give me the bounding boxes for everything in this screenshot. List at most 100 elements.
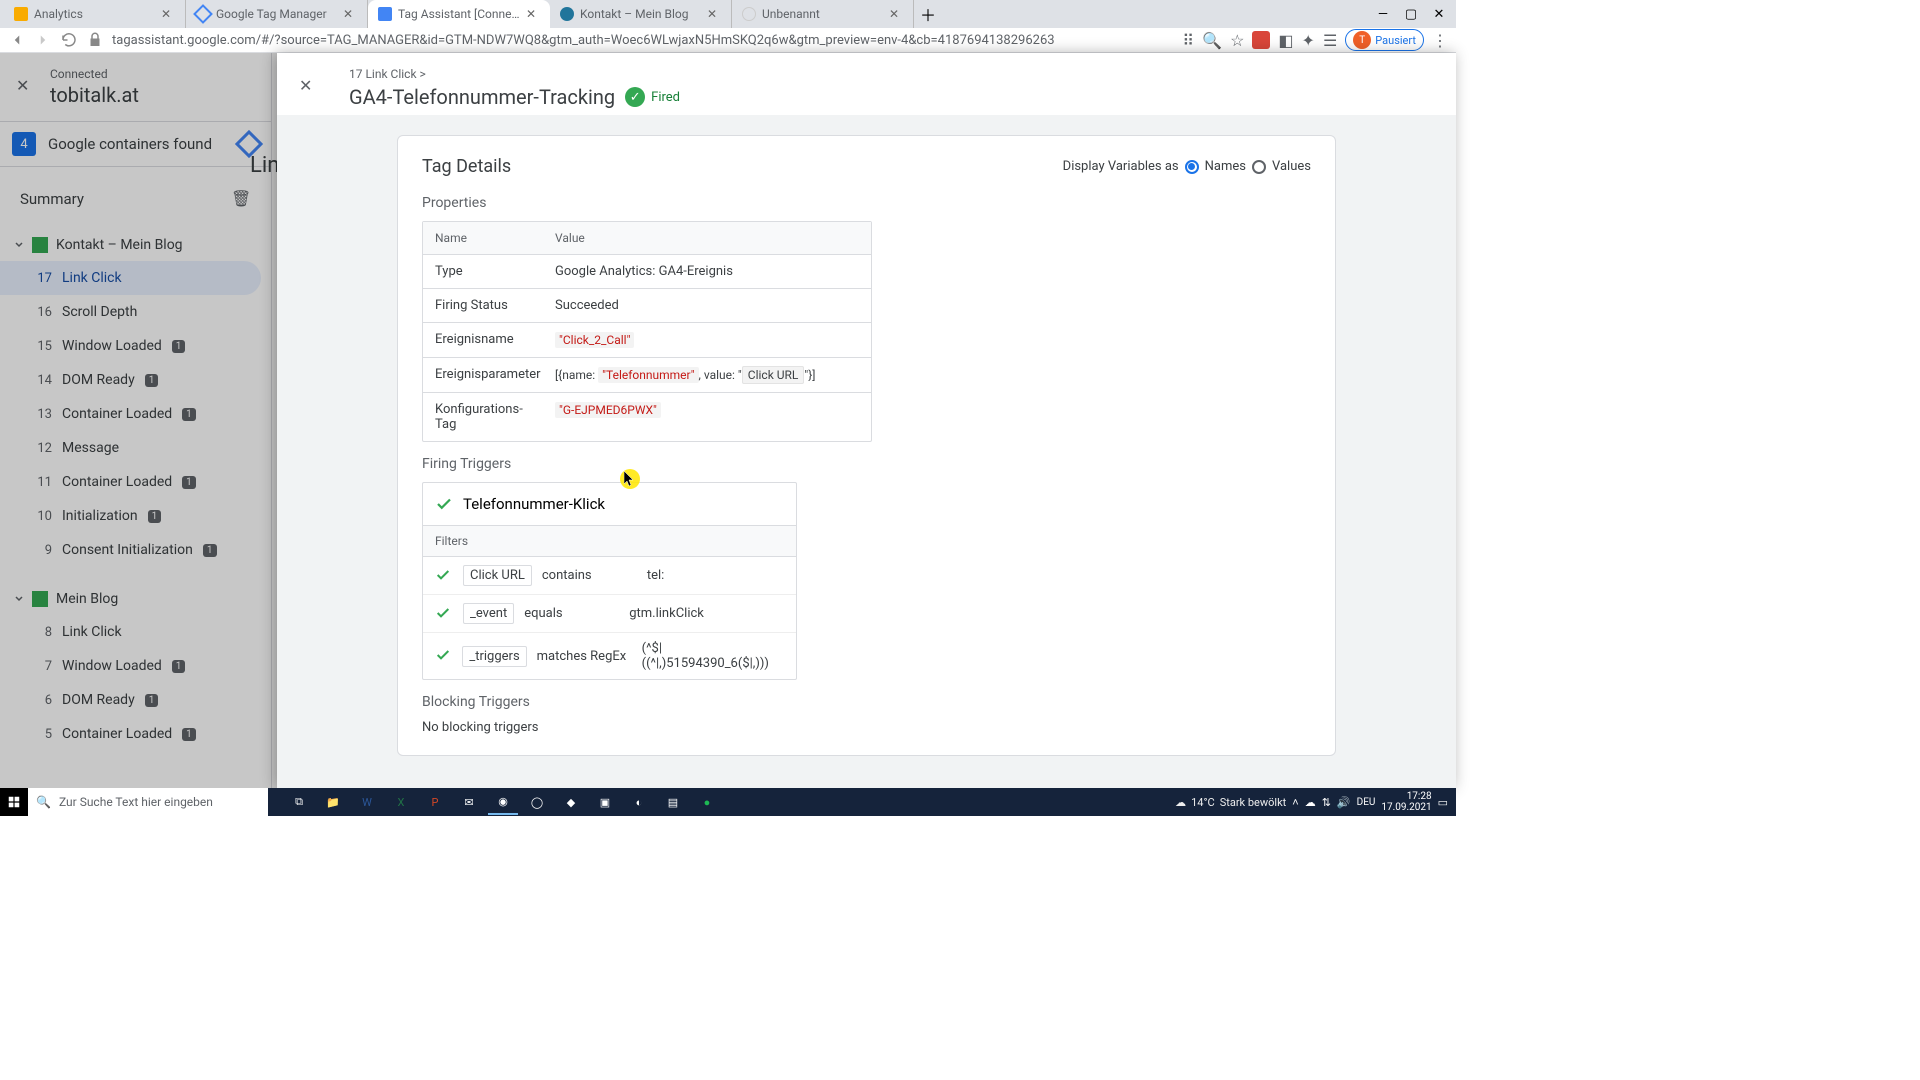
pause-pill[interactable]: TPausiert [1345, 29, 1424, 51]
prop-key: Ereignisparameter [423, 358, 543, 392]
fired-label: Fired [651, 90, 680, 105]
address-bar[interactable]: tagassistant.google.com/#/?source=TAG_MA… [112, 33, 1174, 48]
extensions-puzzle-icon[interactable]: ✦ [1302, 31, 1315, 50]
tab-title: Google Tag Manager [216, 7, 337, 21]
tab-title: Tag Assistant [Connected] [398, 7, 520, 21]
word-icon[interactable]: W [352, 789, 382, 815]
reload-icon[interactable] [60, 31, 78, 49]
windows-start-icon[interactable] [0, 788, 28, 816]
th-name: Name [423, 222, 543, 254]
trigger-name: Telefonnummer-Klick [463, 495, 605, 513]
filter-row: Click URLcontainstel: [423, 557, 796, 594]
filter-row: _eventequalsgtm.linkClick [423, 594, 796, 632]
tray-chevron-icon[interactable]: ˄ [1292, 796, 1298, 809]
prop-val: Succeeded [543, 289, 871, 322]
kebab-menu-icon[interactable]: ⋮ [1432, 31, 1448, 50]
forward-icon [34, 31, 52, 49]
wifi-icon[interactable]: ⇅ [1322, 796, 1331, 809]
reading-list-icon[interactable]: ☰ [1323, 31, 1337, 50]
close-icon[interactable]: ✕ [889, 7, 903, 21]
search-placeholder: Zur Suche Text hier eingeben [59, 795, 213, 809]
properties-table: Name Value Type Google Analytics: GA4-Er… [422, 221, 872, 442]
bookmark-icon[interactable]: ☆ [1230, 31, 1244, 50]
browser-tab-wordpress[interactable]: Kontakt – Mein Blog ✕ [550, 0, 732, 28]
tag-name-title: GA4-Telefonnummer-Tracking [349, 85, 615, 109]
gtm-icon [193, 4, 213, 24]
app-icon[interactable]: ◆ [556, 789, 586, 815]
close-modal-icon[interactable]: ✕ [299, 76, 323, 100]
prop-key: Konfigurations-Tag [423, 393, 543, 441]
cloud-icon: ☁ [1175, 796, 1186, 809]
volume-icon[interactable]: 🔊 [1337, 796, 1351, 809]
language-icon[interactable]: DEU [1357, 797, 1376, 808]
th-value: Value [543, 222, 871, 254]
tagassistant-icon [378, 7, 392, 21]
prop-val: "Click_2_Call" [543, 323, 871, 357]
browser-tab-analytics[interactable]: Analytics ✕ [4, 0, 186, 28]
breadcrumb[interactable]: 17 Link Click > [349, 67, 680, 81]
properties-heading: Properties [422, 195, 1311, 211]
blocking-triggers-heading: Blocking Triggers [422, 694, 1311, 710]
close-icon[interactable]: ✕ [161, 7, 175, 21]
minimize-icon[interactable]: — [1372, 7, 1394, 22]
onedrive-icon[interactable]: ☁ [1305, 796, 1316, 809]
chrome-icon[interactable]: ◉ [488, 789, 518, 815]
prop-key: Ereignisname [423, 323, 543, 357]
extension-icon[interactable]: ◧ [1278, 31, 1293, 50]
tab-title: Analytics [34, 7, 155, 21]
taskbar-search[interactable]: 🔍 Zur Suche Text hier eingeben [28, 788, 268, 816]
excel-icon[interactable]: X [386, 789, 416, 815]
no-blocking-text: No blocking triggers [422, 720, 1311, 735]
close-icon[interactable]: ✕ [526, 7, 540, 21]
back-icon[interactable] [8, 31, 26, 49]
prop-val: "G-EJPMED6PWX" [543, 393, 871, 441]
check-icon [435, 647, 452, 665]
notifications-icon[interactable]: ▭ [1438, 796, 1448, 809]
radio-names[interactable] [1185, 160, 1199, 174]
analytics-icon [14, 7, 28, 21]
close-window-icon[interactable]: ✕ [1428, 7, 1450, 22]
tag-details-title: Tag Details [422, 156, 511, 177]
wordpress-icon [560, 7, 574, 21]
filter-row: _triggersmatches RegEx(^$|((^|,)51594390… [423, 632, 796, 679]
tab-title: Kontakt – Mein Blog [580, 7, 701, 21]
close-icon[interactable]: ✕ [707, 7, 721, 21]
obs-icon[interactable]: ◯ [522, 789, 552, 815]
prop-key: Type [423, 255, 543, 288]
powerpoint-icon[interactable]: P [420, 789, 450, 815]
search-icon: 🔍 [36, 795, 51, 809]
check-icon [435, 605, 453, 623]
browser-tab-gtm[interactable]: Google Tag Manager ✕ [186, 0, 368, 28]
task-view-icon[interactable]: ⧉ [284, 789, 314, 815]
check-icon [435, 495, 453, 513]
adblock-icon[interactable] [1252, 31, 1270, 49]
lock-icon[interactable] [86, 31, 104, 49]
prop-val: [{name: "Telefonnummer", value: "Click U… [543, 358, 871, 392]
display-variables-label: Display Variables as [1063, 159, 1179, 174]
check-circle-icon: ✓ [625, 87, 645, 107]
close-icon[interactable]: ✕ [343, 7, 357, 21]
browser-tab-tagassistant[interactable]: Tag Assistant [Connected] ✕ [368, 0, 550, 28]
maximize-icon[interactable]: ▢ [1400, 7, 1422, 22]
weather-widget[interactable]: ☁ 14°C Stark bewölkt [1175, 796, 1286, 809]
browser-tab-untitled[interactable]: Unbenannt ✕ [732, 0, 914, 28]
zoom-icon[interactable]: 🔍 [1202, 31, 1222, 50]
radio-values[interactable] [1252, 160, 1266, 174]
mail-icon[interactable]: ✉ [454, 789, 484, 815]
new-tab-button[interactable]: ＋ [914, 0, 942, 28]
app2-icon[interactable]: ▣ [590, 789, 620, 815]
check-icon [435, 567, 453, 585]
prop-key: Firing Status [423, 289, 543, 322]
firing-triggers-heading: Firing Triggers [422, 456, 1311, 472]
prop-val: Google Analytics: GA4-Ereignis [543, 255, 871, 288]
notepad-icon[interactable]: ▤ [658, 789, 688, 815]
clock[interactable]: 17:28 17.09.2021 [1381, 791, 1431, 813]
tab-title: Unbenannt [762, 7, 883, 21]
filters-label: Filters [423, 525, 796, 557]
translate-icon[interactable]: ⠿ [1182, 31, 1194, 50]
edge-icon[interactable]: ◐ [624, 789, 654, 815]
trigger-box: Telefonnummer-Klick Filters Click URLcon… [422, 482, 797, 680]
explorer-icon[interactable]: 📁 [318, 789, 348, 815]
blank-page-icon [742, 7, 756, 21]
spotify-icon[interactable]: ● [692, 789, 722, 815]
